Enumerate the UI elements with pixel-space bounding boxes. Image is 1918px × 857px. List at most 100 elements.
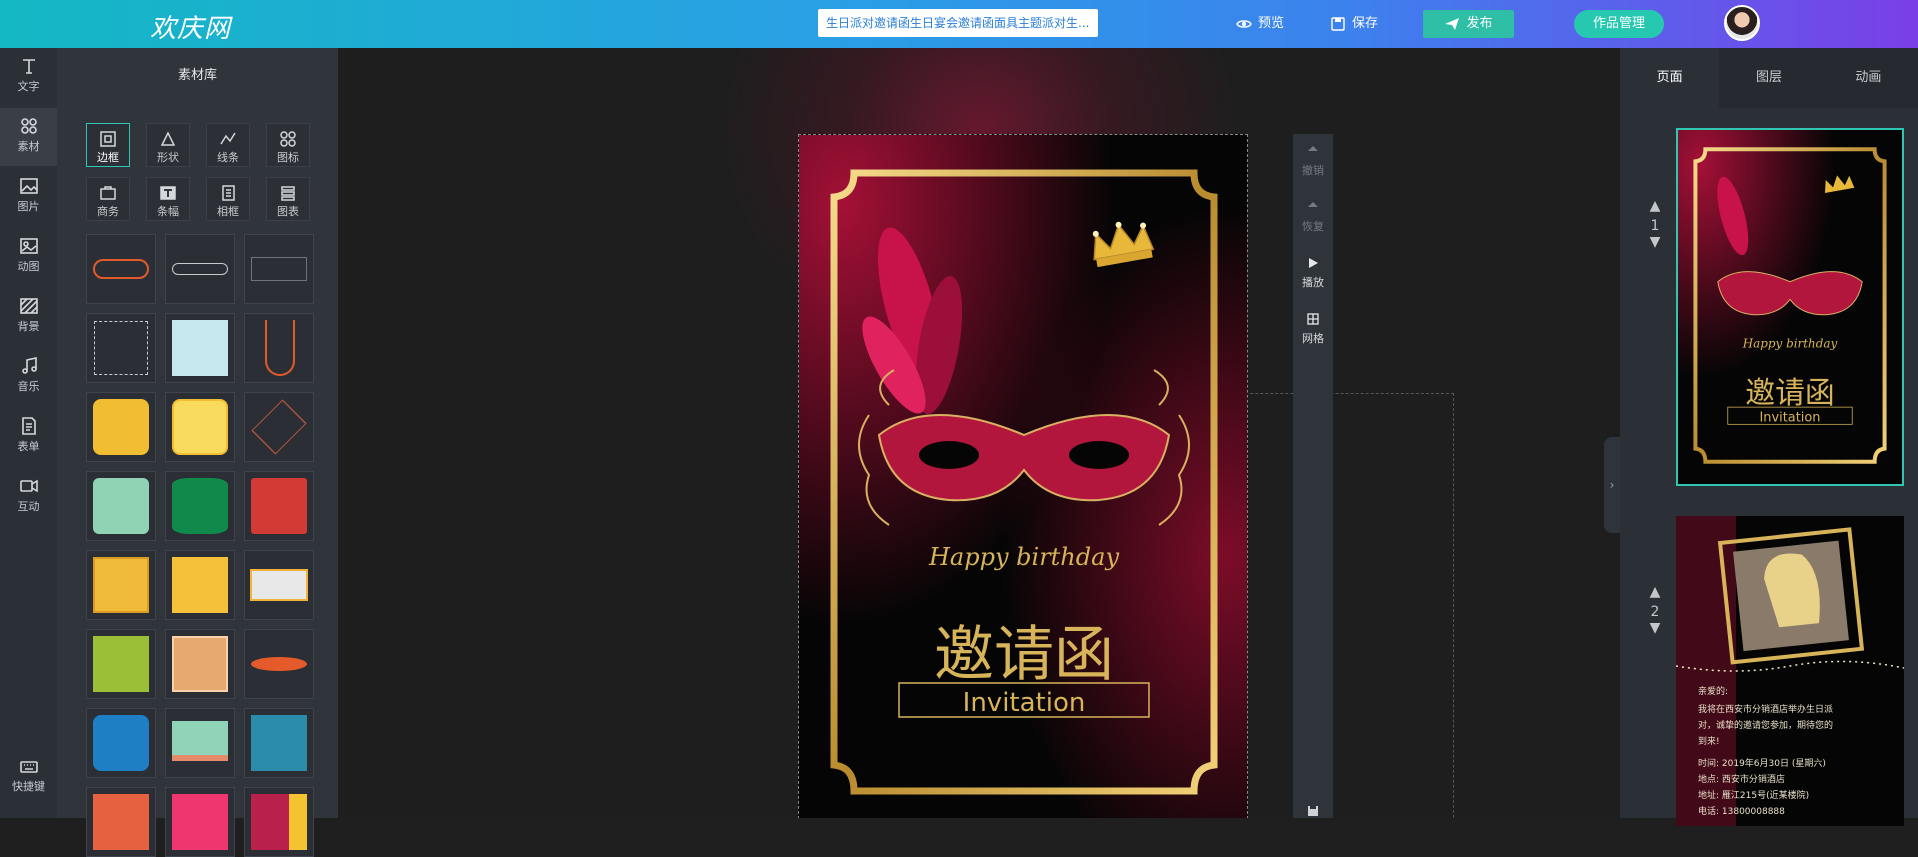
keyboard-icon bbox=[19, 761, 38, 773]
page-thumbnail-2[interactable]: 亲爱的: 我将在西安市分销酒店举办生日派 对，诚挚的邀请您参加，期待您的 到来!… bbox=[1676, 516, 1904, 826]
card-artwork: Happy birthday 邀请函 Invitation bbox=[799, 135, 1247, 818]
material-item-folded-note[interactable] bbox=[165, 550, 235, 620]
material-item-diamond[interactable] bbox=[244, 392, 314, 462]
tool-shortcuts[interactable]: 快捷键 bbox=[0, 748, 57, 806]
tool-label: 动图 bbox=[17, 260, 40, 273]
preview-button[interactable]: 预览 bbox=[1236, 10, 1284, 38]
material-item-tan-square[interactable] bbox=[165, 629, 235, 699]
move-up-icon[interactable]: ▲ bbox=[1640, 198, 1670, 218]
material-item-puzzle[interactable] bbox=[244, 787, 314, 857]
material-item-white-card[interactable] bbox=[244, 550, 314, 620]
page2-phone: 电话: 13800008888 bbox=[1698, 805, 1785, 817]
briefcase-icon bbox=[100, 186, 116, 200]
save-icon bbox=[1308, 806, 1318, 816]
collapse-right-panel-button[interactable]: › bbox=[1604, 437, 1620, 533]
material-item-lime-square[interactable] bbox=[86, 629, 156, 699]
thumbnail-artwork: 亲爱的: 我将在西安市分销酒店举办生日派 对，诚挚的邀请您参加，期待您的 到来!… bbox=[1676, 516, 1904, 826]
play-button[interactable]: 播放 bbox=[1293, 246, 1333, 302]
redo-button[interactable]: 恢复 bbox=[1293, 190, 1333, 246]
tab-animation[interactable]: 动画 bbox=[1818, 48, 1918, 108]
material-item-blue-square[interactable] bbox=[86, 708, 156, 778]
material-item-rounded-border[interactable] bbox=[86, 234, 156, 304]
material-item-pill-border[interactable] bbox=[165, 234, 235, 304]
category-icon[interactable]: 图标 bbox=[266, 123, 310, 167]
page2-greeting: 亲爱的: bbox=[1698, 685, 1728, 697]
category-business[interactable]: 商务 bbox=[86, 177, 130, 221]
logo[interactable]: 欢庆网 bbox=[150, 8, 231, 45]
category-chart[interactable]: 图表 bbox=[266, 177, 310, 221]
eye-icon bbox=[1236, 20, 1252, 28]
material-item-rect-border[interactable] bbox=[244, 234, 314, 304]
tool-label: 素材 bbox=[17, 140, 40, 153]
tool-interaction[interactable]: 互动 bbox=[0, 468, 57, 526]
publish-button[interactable]: 发布 bbox=[1423, 10, 1514, 38]
material-item-yellow-plaid[interactable] bbox=[165, 392, 235, 462]
save-button[interactable]: 保存 bbox=[1330, 10, 1378, 38]
material-item-dashed-box[interactable] bbox=[86, 313, 156, 383]
material-item-teal-card[interactable] bbox=[165, 708, 235, 778]
material-item-light-blue-box[interactable] bbox=[165, 313, 235, 383]
tab-pages[interactable]: 页面 bbox=[1620, 48, 1720, 108]
grid-button[interactable]: 网格 bbox=[1293, 302, 1333, 358]
tool-music[interactable]: 音乐 bbox=[0, 348, 57, 406]
play-label: 播放 bbox=[1302, 276, 1324, 289]
category-shape[interactable]: 形状 bbox=[146, 123, 190, 167]
material-item-mint-square[interactable] bbox=[86, 471, 156, 541]
material-icon bbox=[20, 118, 37, 134]
frame-icon bbox=[222, 185, 235, 201]
category-photo-frame[interactable]: 相框 bbox=[206, 177, 250, 221]
material-item-teal-octagon[interactable] bbox=[244, 708, 314, 778]
category-label: 形状 bbox=[157, 151, 179, 164]
move-down-icon[interactable]: ▼ bbox=[1640, 620, 1670, 640]
works-label: 作品管理 bbox=[1592, 16, 1645, 31]
page2-address: 地址: 雁江215号(近某楼院) bbox=[1698, 789, 1809, 801]
right-tabs: 页面 图层 动画 bbox=[1620, 48, 1918, 108]
move-up-icon[interactable]: ▲ bbox=[1640, 584, 1670, 604]
material-item-green-star[interactable] bbox=[165, 471, 235, 541]
material-item-pink[interactable] bbox=[165, 787, 235, 857]
tool-material[interactable]: 素材 bbox=[0, 108, 57, 166]
tool-form[interactable]: 表单 bbox=[0, 408, 57, 466]
banner-icon bbox=[160, 186, 176, 200]
tool-background[interactable]: 背景 bbox=[0, 288, 57, 346]
page-number: 1 bbox=[1650, 218, 1660, 234]
material-item-coral[interactable] bbox=[86, 787, 156, 857]
happy-birthday-text: Happy birthday bbox=[928, 543, 1119, 571]
material-item-red-square[interactable] bbox=[244, 471, 314, 541]
category-label: 条幅 bbox=[157, 205, 179, 218]
background-icon bbox=[19, 298, 38, 314]
category-banner[interactable]: 条幅 bbox=[146, 177, 190, 221]
works-management-button[interactable]: 作品管理 bbox=[1574, 10, 1664, 38]
category-label: 线条 bbox=[217, 151, 239, 164]
tool-image[interactable]: 图片 bbox=[0, 168, 57, 226]
title-input[interactable]: 生日派对邀请函生日宴会邀请函面具主题派对生... bbox=[818, 9, 1098, 37]
invitation-page[interactable]: Happy birthday 邀请函 Invitation bbox=[798, 134, 1248, 818]
tool-gif[interactable]: 动图 bbox=[0, 228, 57, 286]
tool-label: 背景 bbox=[17, 320, 40, 333]
right-panel: 页面 图层 动画 ▲ 1 ▼ Happy birthday 邀请函 Invita… bbox=[1620, 48, 1918, 826]
invitation-title-en: Invitation bbox=[963, 688, 1086, 718]
tab-layers[interactable]: 图层 bbox=[1719, 48, 1819, 108]
material-item-yellow-square[interactable] bbox=[86, 392, 156, 462]
chart-icon bbox=[281, 186, 295, 201]
move-down-icon[interactable]: ▼ bbox=[1640, 234, 1670, 254]
material-item-orange-ribbon[interactable] bbox=[244, 629, 314, 699]
thumbnail-artwork: Happy birthday 邀请函 Invitation bbox=[1678, 130, 1902, 484]
page2-line3: 到来! bbox=[1698, 735, 1720, 747]
border-icon bbox=[100, 131, 116, 147]
undo-label: 撤销 bbox=[1302, 164, 1324, 177]
tool-text[interactable]: 文字 bbox=[0, 48, 57, 106]
page2-line1: 我将在西安市分销酒店举办生日派 bbox=[1698, 703, 1833, 715]
category-line[interactable]: 线条 bbox=[206, 123, 250, 167]
save-page-button[interactable] bbox=[1293, 794, 1333, 850]
page-thumbnail-1[interactable]: Happy birthday 邀请函 Invitation bbox=[1676, 128, 1904, 486]
page2-time: 时间: 2019年6月30日 (星期六) bbox=[1698, 757, 1826, 769]
material-item-orange-square[interactable] bbox=[86, 550, 156, 620]
save-label: 保存 bbox=[1352, 16, 1379, 31]
undo-button[interactable]: 撤销 bbox=[1293, 134, 1333, 190]
redo-icon bbox=[1308, 202, 1318, 207]
page-1-controls: ▲ 1 ▼ bbox=[1640, 198, 1670, 254]
material-item-arch-border[interactable] bbox=[244, 313, 314, 383]
avatar[interactable] bbox=[1724, 5, 1760, 41]
category-border[interactable]: 边框 bbox=[86, 123, 130, 167]
